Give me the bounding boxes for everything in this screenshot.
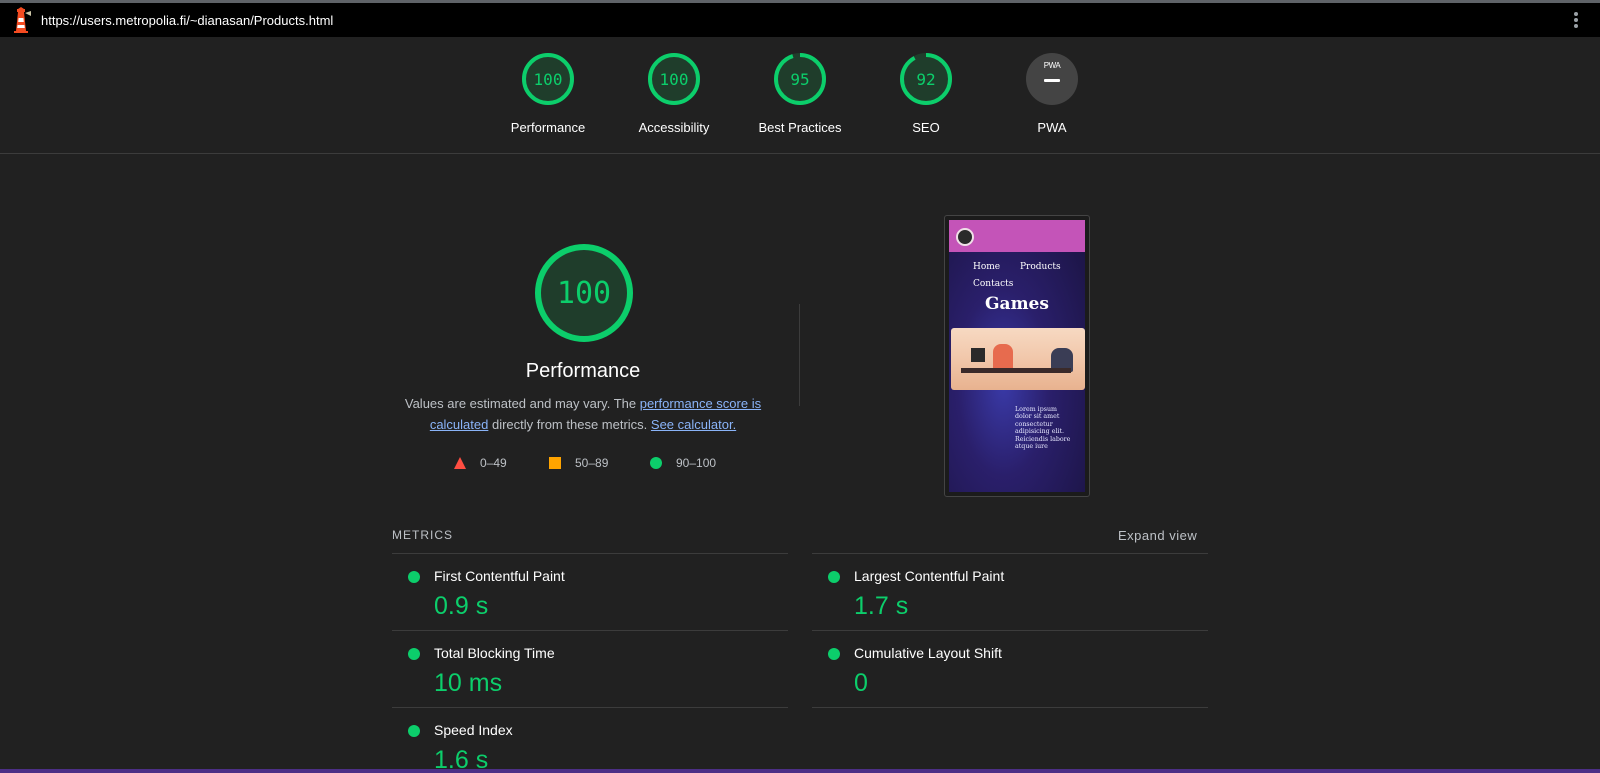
pass-circle-icon xyxy=(408,648,420,660)
legend-pass-label: 90–100 xyxy=(676,456,717,470)
final-screenshot[interactable]: Home Products Contacts Games Lorem ipsum… xyxy=(944,215,1090,497)
gauge-score: 100 xyxy=(533,69,563,89)
legend-fail-label: 0–49 xyxy=(480,456,507,470)
performance-title: Performance xyxy=(525,360,641,382)
metric-name: Speed Index xyxy=(434,722,513,738)
metric-name: Largest Contentful Paint xyxy=(854,568,1005,584)
preview-heading: Games xyxy=(985,294,1049,314)
gauge-ring: 100 xyxy=(648,53,700,105)
triangle-icon xyxy=(454,457,466,469)
vertical-divider xyxy=(799,304,800,406)
pwa-badge-icon: PWA xyxy=(1026,53,1078,105)
gauge-ring: 92 xyxy=(900,53,952,105)
lighthouse-icon xyxy=(14,7,31,33)
gauge-ring: 100 xyxy=(522,53,574,105)
gauge-label: Best Practices xyxy=(758,120,842,135)
pwa-badge-text: PWA xyxy=(1043,61,1061,70)
monitor-shape xyxy=(971,348,985,362)
metric-value: 0 xyxy=(854,669,868,697)
gauge-label: SEO xyxy=(912,120,940,135)
more-options-icon[interactable] xyxy=(1574,12,1578,28)
page-url[interactable]: https://users.metropolia.fi/~dianasan/Pr… xyxy=(41,13,333,28)
desc-text: Values are estimated and may vary. The xyxy=(404,396,640,411)
performance-gauge: 100 xyxy=(533,242,635,344)
metric-name: First Contentful Paint xyxy=(434,568,565,584)
gauge-performance[interactable]: 100 Performance xyxy=(488,53,608,135)
metric-cls: Cumulative Layout Shift 0 xyxy=(812,630,1208,707)
legend-average-label: 50–89 xyxy=(575,456,609,470)
preview-header xyxy=(949,220,1085,252)
gauge-pwa[interactable]: PWA PWA xyxy=(992,53,1112,135)
pass-circle-icon xyxy=(828,571,840,583)
legend-pass: 90–100 xyxy=(650,456,716,470)
pass-circle-icon xyxy=(408,571,420,583)
gauge-score: 95 xyxy=(790,69,810,89)
preview-nav-home: Home xyxy=(973,262,1001,272)
page-preview: Home Products Contacts Games Lorem ipsum… xyxy=(949,220,1085,492)
gauge-score: 100 xyxy=(659,69,689,89)
pass-circle-icon xyxy=(408,725,420,737)
metric-value: 0.9 s xyxy=(434,592,489,620)
gauge-accessibility[interactable]: 100 Accessibility xyxy=(614,53,734,135)
browser-bar: https://users.metropolia.fi/~dianasan/Pr… xyxy=(0,3,1600,37)
metrics-divider xyxy=(812,707,1208,708)
metric-name: Total Blocking Time xyxy=(434,645,555,661)
metric-lcp: Largest Contentful Paint 1.7 s xyxy=(812,553,1208,630)
desk-shape xyxy=(961,368,1071,373)
metrics-header: METRICS xyxy=(392,528,453,542)
desc-text: directly from these metrics. xyxy=(488,417,651,432)
see-calculator-link[interactable]: See calculator. xyxy=(651,417,736,432)
legend-fail: 0–49 xyxy=(454,456,507,470)
preview-lorem: Lorem ipsum dolor sit amet consectetur a… xyxy=(1015,406,1071,451)
legend-average: 50–89 xyxy=(549,456,608,470)
gauge-ring: 95 xyxy=(774,53,826,105)
circle-icon xyxy=(650,457,662,469)
gauge-best-practices[interactable]: 95 Best Practices xyxy=(740,53,860,135)
preview-image xyxy=(951,328,1085,390)
metric-value: 1.7 s xyxy=(854,592,909,620)
score-summary: 100 Performance 100 Accessibility 95 Bes… xyxy=(0,37,1600,154)
preview-nav-products: Products xyxy=(1020,262,1061,272)
preview-nav-contacts: Contacts xyxy=(973,279,1014,289)
pwa-dash xyxy=(1044,79,1060,82)
person-shape xyxy=(993,344,1013,370)
metric-tbt: Total Blocking Time 10 ms xyxy=(392,630,788,707)
pass-circle-icon xyxy=(828,648,840,660)
performance-description: Values are estimated and may vary. The p… xyxy=(398,393,768,435)
square-icon xyxy=(549,457,561,469)
gauge-label: Performance xyxy=(510,120,586,135)
metric-value: 10 ms xyxy=(434,669,503,697)
expand-view-toggle[interactable]: Expand view xyxy=(1118,528,1197,543)
gauge-label: Accessibility xyxy=(638,120,710,135)
metric-fcp: First Contentful Paint 0.9 s xyxy=(392,553,788,630)
window-bottom-border xyxy=(0,769,1600,773)
gauge-label: PWA xyxy=(1037,120,1067,135)
performance-score: 100 xyxy=(556,275,612,311)
gauge-seo[interactable]: 92 SEO xyxy=(866,53,986,135)
metric-name: Cumulative Layout Shift xyxy=(854,645,1002,661)
logo-icon xyxy=(956,228,974,246)
metric-si: Speed Index 1.6 s xyxy=(392,707,788,773)
gauge-score: 92 xyxy=(916,69,936,89)
